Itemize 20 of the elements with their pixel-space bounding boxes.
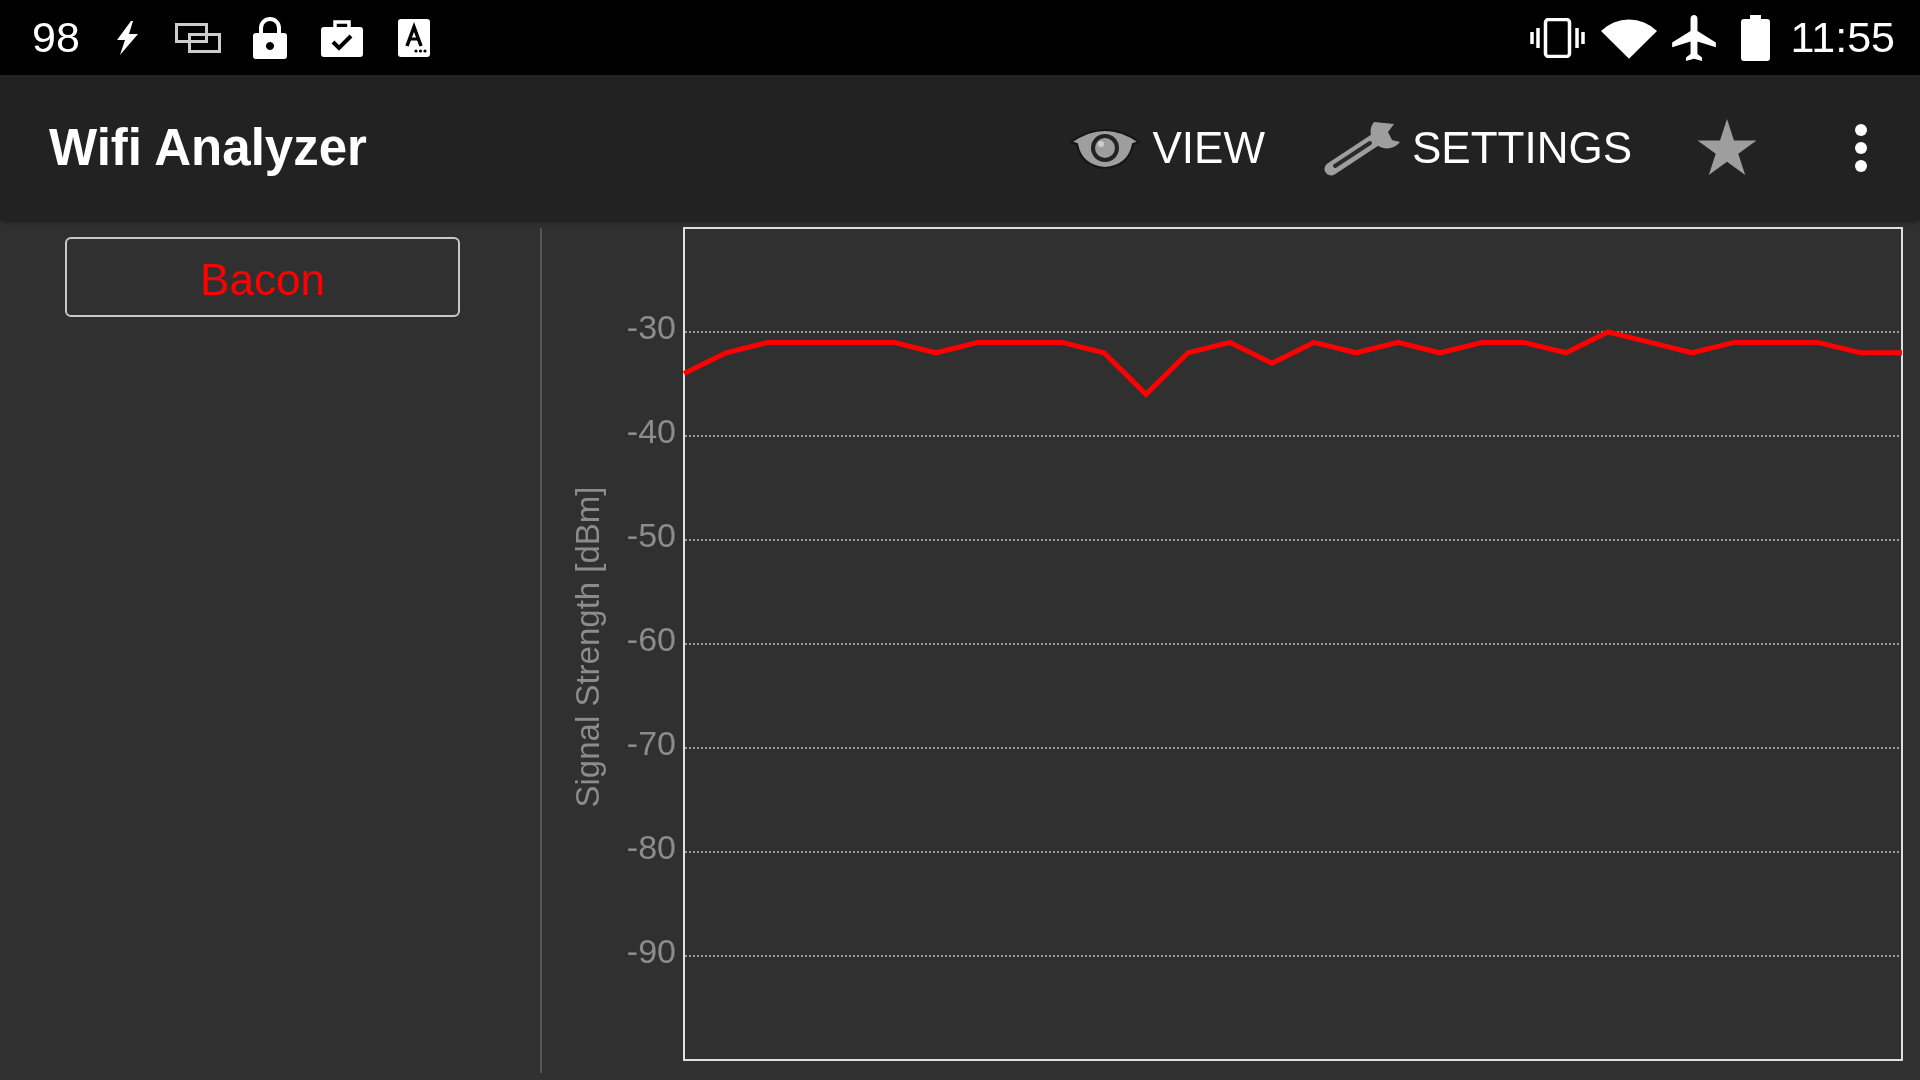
y-axis-label: Signal Strength [dBm] (568, 486, 606, 808)
text-input-icon (397, 18, 430, 57)
vibrate-icon (1529, 17, 1585, 58)
toolbar-action-button[interactable]: SETTINGS (1321, 111, 1632, 184)
lock-icon (252, 16, 287, 59)
y-tick-label: -70 (626, 724, 676, 762)
y-tick-label: -50 (626, 516, 676, 554)
y-tick-label: -90 (626, 932, 676, 970)
y-tick-label: -60 (626, 620, 676, 658)
status-number: 98 (32, 16, 80, 59)
y-tick-label: -80 (626, 828, 676, 866)
status-time: 11:55 (1790, 16, 1895, 59)
overflow-menu-icon[interactable] (1854, 123, 1868, 172)
toolbar-action-button[interactable]: VIEW (1068, 119, 1265, 176)
briefcase-check-icon (320, 18, 363, 57)
battery-icon (1740, 14, 1770, 61)
overlapping-windows-icon (174, 22, 221, 53)
y-tick-label: -30 (626, 308, 676, 346)
airplane-icon (1671, 14, 1716, 61)
y-tick-label: -40 (626, 412, 676, 450)
